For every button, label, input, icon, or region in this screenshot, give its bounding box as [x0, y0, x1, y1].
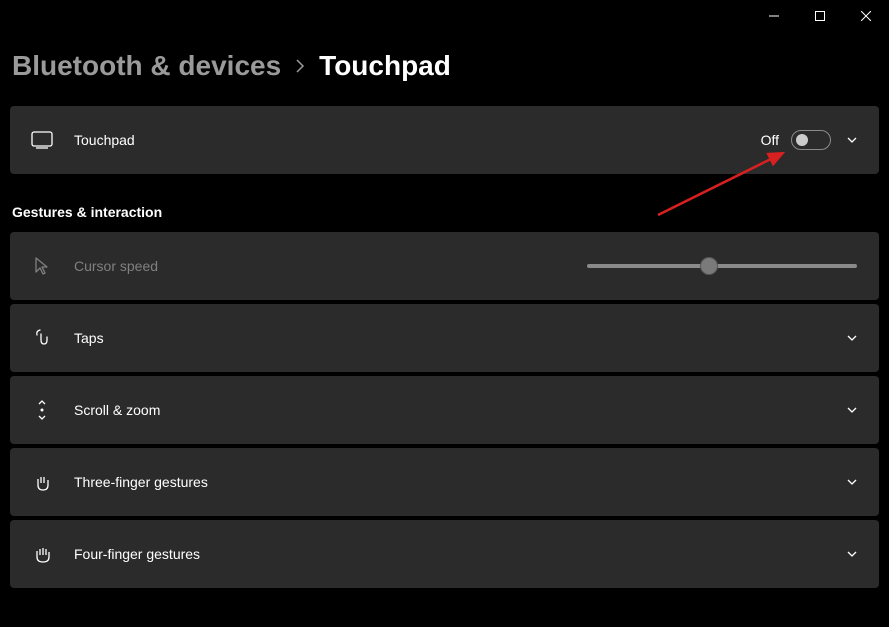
- toggle-knob: [796, 134, 808, 146]
- four-finger-icon: [30, 542, 54, 566]
- maximize-button[interactable]: [797, 0, 843, 32]
- four-finger-row[interactable]: Four-finger gestures: [10, 520, 879, 588]
- cursor-speed-slider[interactable]: [587, 264, 857, 268]
- chevron-down-icon: [846, 404, 858, 416]
- page-title: Touchpad: [319, 50, 451, 82]
- minimize-button[interactable]: [751, 0, 797, 32]
- three-finger-label: Three-finger gestures: [74, 474, 208, 490]
- tap-icon: [30, 326, 54, 350]
- gestures-section-header: Gestures & interaction: [12, 204, 879, 220]
- scroll-zoom-row[interactable]: Scroll & zoom: [10, 376, 879, 444]
- three-finger-icon: [30, 470, 54, 494]
- three-finger-row[interactable]: Three-finger gestures: [10, 448, 879, 516]
- touchpad-label: Touchpad: [74, 132, 135, 148]
- expand-four-finger-chevron[interactable]: [845, 547, 859, 561]
- minimize-icon: [769, 11, 779, 21]
- four-finger-label: Four-finger gestures: [74, 546, 200, 562]
- slider-thumb: [700, 257, 718, 275]
- chevron-down-icon: [846, 476, 858, 488]
- breadcrumb: Bluetooth & devices Touchpad: [0, 32, 889, 106]
- expand-scroll-zoom-chevron[interactable]: [845, 403, 859, 417]
- chevron-right-icon: [295, 58, 305, 74]
- expand-three-finger-chevron[interactable]: [845, 475, 859, 489]
- maximize-icon: [815, 11, 825, 21]
- close-button[interactable]: [843, 0, 889, 32]
- close-icon: [861, 11, 871, 21]
- touchpad-toggle[interactable]: [791, 130, 831, 150]
- touchpad-row[interactable]: Touchpad Off: [10, 106, 879, 174]
- chevron-down-icon: [846, 134, 858, 146]
- cursor-speed-label: Cursor speed: [74, 258, 158, 274]
- breadcrumb-parent[interactable]: Bluetooth & devices: [12, 50, 281, 82]
- scroll-zoom-label: Scroll & zoom: [74, 402, 160, 418]
- toggle-state-label: Off: [761, 132, 779, 148]
- window-titlebar: [0, 0, 889, 32]
- chevron-down-icon: [846, 548, 858, 560]
- chevron-down-icon: [846, 332, 858, 344]
- cursor-icon: [30, 254, 54, 278]
- taps-row[interactable]: Taps: [10, 304, 879, 372]
- expand-touchpad-chevron[interactable]: [845, 133, 859, 147]
- taps-label: Taps: [74, 330, 104, 346]
- touchpad-icon: [30, 128, 54, 152]
- cursor-speed-row: Cursor speed: [10, 232, 879, 300]
- expand-taps-chevron[interactable]: [845, 331, 859, 345]
- scroll-zoom-icon: [30, 398, 54, 422]
